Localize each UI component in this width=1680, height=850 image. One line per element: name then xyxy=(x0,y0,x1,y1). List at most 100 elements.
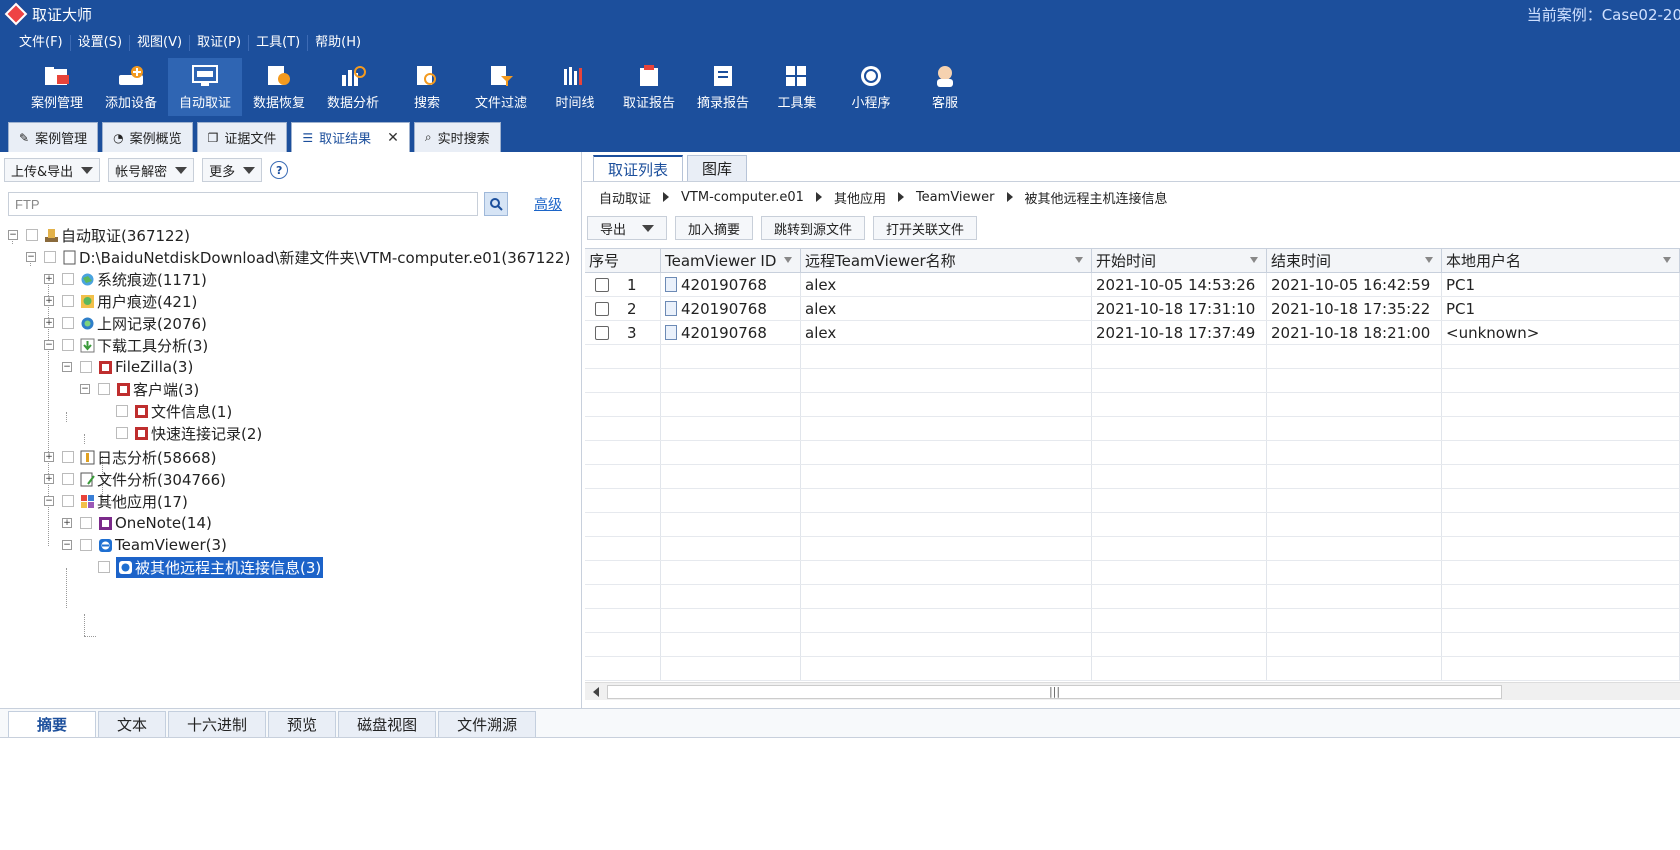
collapse-toggle[interactable]: − xyxy=(62,362,72,372)
toolbar-add-device[interactable]: 添加设备 xyxy=(94,58,168,116)
tree-checkbox[interactable] xyxy=(26,229,38,241)
collapse-toggle[interactable]: − xyxy=(26,252,36,262)
expand-toggle[interactable]: + xyxy=(44,474,54,484)
tab-gallery[interactable]: 图库 xyxy=(687,155,748,181)
expand-toggle[interactable]: + xyxy=(44,452,54,462)
toolbar-search[interactable]: 搜索 xyxy=(390,58,464,116)
toolbar-case-manage[interactable]: 案例管理 xyxy=(20,58,94,116)
tree-node-teamviewer[interactable]: − TeamViewer(3) xyxy=(62,534,227,556)
expand-toggle[interactable]: + xyxy=(62,518,72,528)
toolbar-data-recovery[interactable]: 数据恢复 xyxy=(242,58,316,116)
filter-icon[interactable] xyxy=(1663,257,1671,263)
tree-node-user-traces[interactable]: + 用户痕迹(421) xyxy=(44,290,197,312)
tree-checkbox[interactable] xyxy=(98,383,110,395)
column-header-start-time[interactable]: 开始时间 xyxy=(1092,249,1267,272)
toolbar-report[interactable]: 取证报告 xyxy=(612,58,686,116)
selected-node[interactable]: 被其他远程主机连接信息(3) xyxy=(116,556,324,578)
scroll-left-icon[interactable] xyxy=(593,686,599,697)
tab-evidence-files[interactable]: ❐ 证据文件 xyxy=(196,122,288,152)
tree-node-auto-forensics[interactable]: − 自动取证(367122) xyxy=(8,224,190,246)
column-header-index[interactable]: 序号 xyxy=(585,249,661,272)
tree-checkbox[interactable] xyxy=(62,495,74,507)
tree-node-remote-connections[interactable]: 被其他远程主机连接信息(3) xyxy=(98,556,324,578)
column-header-local-user[interactable]: 本地用户名 xyxy=(1442,249,1680,272)
horizontal-scrollbar[interactable]: ||| xyxy=(585,682,1680,700)
breadcrumb-item[interactable]: 自动取证 xyxy=(599,188,651,207)
tree-node-onenote[interactable]: + OneNote(14) xyxy=(62,512,212,534)
tree-checkbox[interactable] xyxy=(98,561,110,573)
tree-checkbox[interactable] xyxy=(116,427,128,439)
tree-checkbox[interactable] xyxy=(62,451,74,463)
breadcrumb-item[interactable]: VTM-computer.e01 xyxy=(681,190,804,205)
tree-search-input[interactable] xyxy=(8,192,478,216)
filter-icon[interactable] xyxy=(784,257,792,263)
toolbar-data-analysis[interactable]: 数据分析 xyxy=(316,58,390,116)
expand-toggle[interactable]: + xyxy=(44,296,54,306)
menu-settings[interactable]: 设置(S) xyxy=(71,35,131,51)
scrollbar-thumb[interactable]: ||| xyxy=(607,684,1502,699)
collapse-toggle[interactable]: − xyxy=(44,340,54,350)
menu-view[interactable]: 视图(V) xyxy=(130,35,191,51)
tree-node-file-analysis[interactable]: + 文件分析(304766) xyxy=(44,468,226,490)
column-header-remote-name[interactable]: 远程TeamViewer名称 xyxy=(801,249,1092,272)
toolbar-file-filter[interactable]: 文件过滤 xyxy=(464,58,538,116)
column-header-teamviewer-id[interactable]: TeamViewer ID xyxy=(661,249,801,272)
tree-checkbox[interactable] xyxy=(80,361,92,373)
tree-node-quick-connect[interactable]: 快速连接记录(2) xyxy=(116,422,262,444)
open-related-file-button[interactable]: 打开关联文件 xyxy=(873,216,978,240)
tree-checkbox[interactable] xyxy=(62,273,74,285)
table-row[interactable]: 1 420190768 alex 2021-10-05 14:53:26 202… xyxy=(585,273,1680,297)
row-checkbox[interactable] xyxy=(595,277,609,292)
menu-file[interactable]: 文件(F) xyxy=(12,35,71,51)
menu-forensics[interactable]: 取证(P) xyxy=(190,35,250,51)
toolbar-customer-service[interactable]: 客服 xyxy=(908,58,982,116)
tree-node-filezilla[interactable]: − FileZilla(3) xyxy=(62,356,193,378)
tree-node-web-history[interactable]: + 上网记录(2076) xyxy=(44,312,207,334)
tab-summary[interactable]: 摘要 xyxy=(8,711,97,737)
table-row[interactable]: 2 420190768 alex 2021-10-18 17:31:10 202… xyxy=(585,297,1680,321)
table-row[interactable]: 3 420190768 alex 2021-10-18 17:37:49 202… xyxy=(585,321,1680,345)
tree-checkbox[interactable] xyxy=(62,295,74,307)
tab-case-overview[interactable]: ◔ 案例概览 xyxy=(102,122,193,152)
tab-forensic-results[interactable]: ☰ 取证结果 ✕ xyxy=(291,122,410,152)
expand-toggle[interactable]: + xyxy=(44,318,54,328)
tab-text[interactable]: 文本 xyxy=(98,711,167,737)
menu-tools[interactable]: 工具(T) xyxy=(249,35,309,51)
tree-checkbox[interactable] xyxy=(62,339,74,351)
tree-checkbox[interactable] xyxy=(44,251,56,263)
toolbar-miniprogram[interactable]: 小程序 xyxy=(834,58,908,116)
tree-node-other-apps[interactable]: − 其他应用(17) xyxy=(44,490,188,512)
tree-node-file-info[interactable]: 文件信息(1) xyxy=(116,400,232,422)
breadcrumb-item[interactable]: TeamViewer xyxy=(916,190,995,205)
tab-realtime-search[interactable]: ⌕ 实时搜索 xyxy=(413,122,501,152)
tab-file-trace[interactable]: 文件溯源 xyxy=(438,711,537,737)
menu-help[interactable]: 帮助(H) xyxy=(308,35,368,51)
account-decrypt-dropdown[interactable]: 帐号解密 xyxy=(108,158,195,182)
tree-node-evidence-image[interactable]: − D:\BaiduNetdiskDownload\新建文件夹\VTM-compu… xyxy=(26,246,570,268)
row-checkbox[interactable] xyxy=(595,325,609,340)
tree-checkbox[interactable] xyxy=(80,517,92,529)
toolbar-toolset[interactable]: 工具集 xyxy=(760,58,834,116)
toolbar-excerpt-report[interactable]: 摘录报告 xyxy=(686,58,760,116)
filter-icon[interactable] xyxy=(1425,257,1433,263)
collapse-toggle[interactable]: − xyxy=(44,496,54,506)
toolbar-timeline[interactable]: 时间线 xyxy=(538,58,612,116)
tree-checkbox[interactable] xyxy=(62,473,74,485)
tab-case-manage[interactable]: ✎ 案例管理 xyxy=(8,122,99,152)
tree-node-client[interactable]: − 客户端(3) xyxy=(80,378,199,400)
close-icon[interactable]: ✕ xyxy=(387,130,399,146)
tree-checkbox[interactable] xyxy=(116,405,128,417)
filter-icon[interactable] xyxy=(1250,257,1258,263)
collapse-toggle[interactable]: − xyxy=(62,540,72,550)
advanced-search-link[interactable]: 高级 xyxy=(534,194,562,214)
filter-icon[interactable] xyxy=(1075,257,1083,263)
help-icon[interactable]: ? xyxy=(270,161,289,179)
breadcrumb-item[interactable]: 其他应用 xyxy=(834,188,886,207)
tab-disk-view[interactable]: 磁盘视图 xyxy=(338,711,437,737)
upload-export-dropdown[interactable]: 上传&导出 xyxy=(4,158,101,182)
collapse-toggle[interactable]: − xyxy=(8,230,18,240)
tree-node-system-traces[interactable]: + 系统痕迹(1171) xyxy=(44,268,207,290)
tree-checkbox[interactable] xyxy=(80,539,92,551)
collapse-toggle[interactable]: − xyxy=(80,384,90,394)
tab-hex[interactable]: 十六进制 xyxy=(168,711,267,737)
